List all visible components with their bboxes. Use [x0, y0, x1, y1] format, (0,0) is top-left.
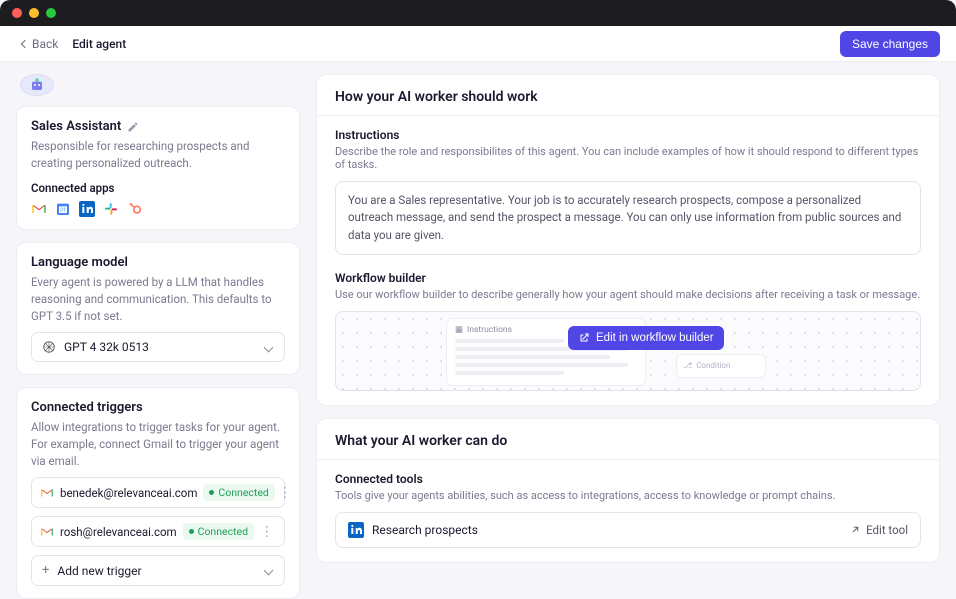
status-badge: Connected	[183, 523, 254, 540]
plus-icon: +	[42, 563, 49, 578]
add-trigger-label: Add new trigger	[57, 564, 141, 578]
chevron-left-icon	[21, 39, 29, 47]
agent-name: Sales Assistant	[31, 119, 121, 134]
agent-avatar	[20, 74, 54, 96]
topbar: Back Edit agent Save changes	[0, 26, 956, 62]
model-selected: GPT 4 32k 0513	[64, 340, 149, 354]
instructions-heading: Instructions	[335, 128, 921, 142]
chevron-down-icon	[264, 342, 274, 352]
doc-icon: ▦	[455, 325, 463, 335]
agent-summary-card: Sales Assistant Responsible for research…	[16, 106, 300, 230]
connected-apps-heading: Connected apps	[31, 181, 285, 195]
what-can-do-card: What your AI worker can do Connected too…	[316, 418, 940, 563]
edit-name-icon[interactable]	[127, 121, 139, 133]
external-link-icon	[578, 332, 590, 344]
workflow-node-condition: ⎇ Condition	[676, 354, 766, 378]
agent-description: Responsible for researching prospects an…	[31, 138, 285, 171]
window-min-dot[interactable]	[29, 8, 39, 18]
robot-icon	[27, 75, 47, 95]
arrow-up-right-icon	[850, 524, 861, 535]
trigger-email: rosh@relevanceai.com	[60, 525, 177, 539]
language-model-card: Language model Every agent is powered by…	[16, 242, 300, 375]
window-max-dot[interactable]	[46, 8, 56, 18]
language-model-heading: Language model	[31, 255, 285, 270]
status-badge: Connected	[203, 484, 274, 501]
branch-icon: ⎇	[683, 361, 692, 370]
linkedin-icon	[348, 522, 364, 538]
connected-triggers-card: Connected triggers Allow integrations to…	[16, 387, 300, 599]
what-can-do-heading: What your AI worker can do	[335, 433, 921, 449]
back-button[interactable]: Back	[22, 37, 58, 51]
workflow-preview: ▦Instructions ⎇ Condition Edit in workfl…	[335, 311, 921, 391]
connected-triggers-heading: Connected triggers	[31, 400, 285, 415]
svg-text:31: 31	[60, 208, 66, 214]
connected-apps-row: 31	[31, 201, 285, 217]
workflow-builder-helper: Use our workflow builder to describe gen…	[335, 288, 921, 301]
back-label: Back	[32, 37, 58, 51]
instructions-textarea[interactable]: You are a Sales representative. Your job…	[335, 181, 921, 255]
model-select[interactable]: GPT 4 32k 0513	[31, 332, 285, 362]
tool-row[interactable]: Research prospects Edit tool	[335, 512, 921, 548]
how-work-heading: How your AI worker should work	[335, 89, 921, 105]
connected-tools-heading: Connected tools	[335, 472, 921, 486]
breadcrumb-current: Edit agent	[72, 37, 126, 51]
trigger-row[interactable]: rosh@relevanceai.com Connected ⋯	[31, 516, 285, 547]
trigger-email: benedek@relevanceai.com	[60, 486, 197, 500]
edit-tool-button[interactable]: Edit tool	[850, 523, 908, 537]
chevron-down-icon	[264, 566, 274, 576]
hubspot-icon[interactable]	[127, 201, 143, 217]
linkedin-icon[interactable]	[79, 201, 95, 217]
gmail-icon	[40, 525, 54, 539]
how-work-card: How your AI worker should work Instructi…	[316, 74, 940, 406]
connected-tools-helper: Tools give your agents abilities, such a…	[335, 489, 921, 502]
connected-triggers-helper: Allow integrations to trigger tasks for …	[31, 419, 285, 469]
edit-workflow-label: Edit in workflow builder	[596, 332, 714, 344]
language-model-helper: Every agent is powered by a LLM that han…	[31, 274, 285, 324]
edit-workflow-button[interactable]: Edit in workflow builder	[568, 326, 724, 350]
trigger-menu-icon[interactable]: ⋯	[260, 522, 274, 541]
edit-tool-label: Edit tool	[866, 523, 908, 537]
openai-icon	[42, 340, 56, 354]
gmail-icon	[40, 486, 54, 500]
add-trigger-button[interactable]: + Add new trigger	[31, 555, 285, 586]
slack-icon[interactable]	[103, 201, 119, 217]
trigger-menu-icon[interactable]: ⋯	[277, 483, 291, 502]
window-titlebar	[0, 0, 956, 26]
instructions-helper: Describe the role and responsibilites of…	[335, 145, 921, 171]
google-calendar-icon[interactable]: 31	[55, 201, 71, 217]
window-close-dot[interactable]	[12, 8, 22, 18]
tool-name: Research prospects	[372, 523, 478, 537]
workflow-builder-heading: Workflow builder	[335, 271, 921, 285]
trigger-row[interactable]: benedek@relevanceai.com Connected ⋯	[31, 477, 285, 508]
gmail-icon[interactable]	[31, 201, 47, 217]
save-button[interactable]: Save changes	[840, 31, 940, 57]
